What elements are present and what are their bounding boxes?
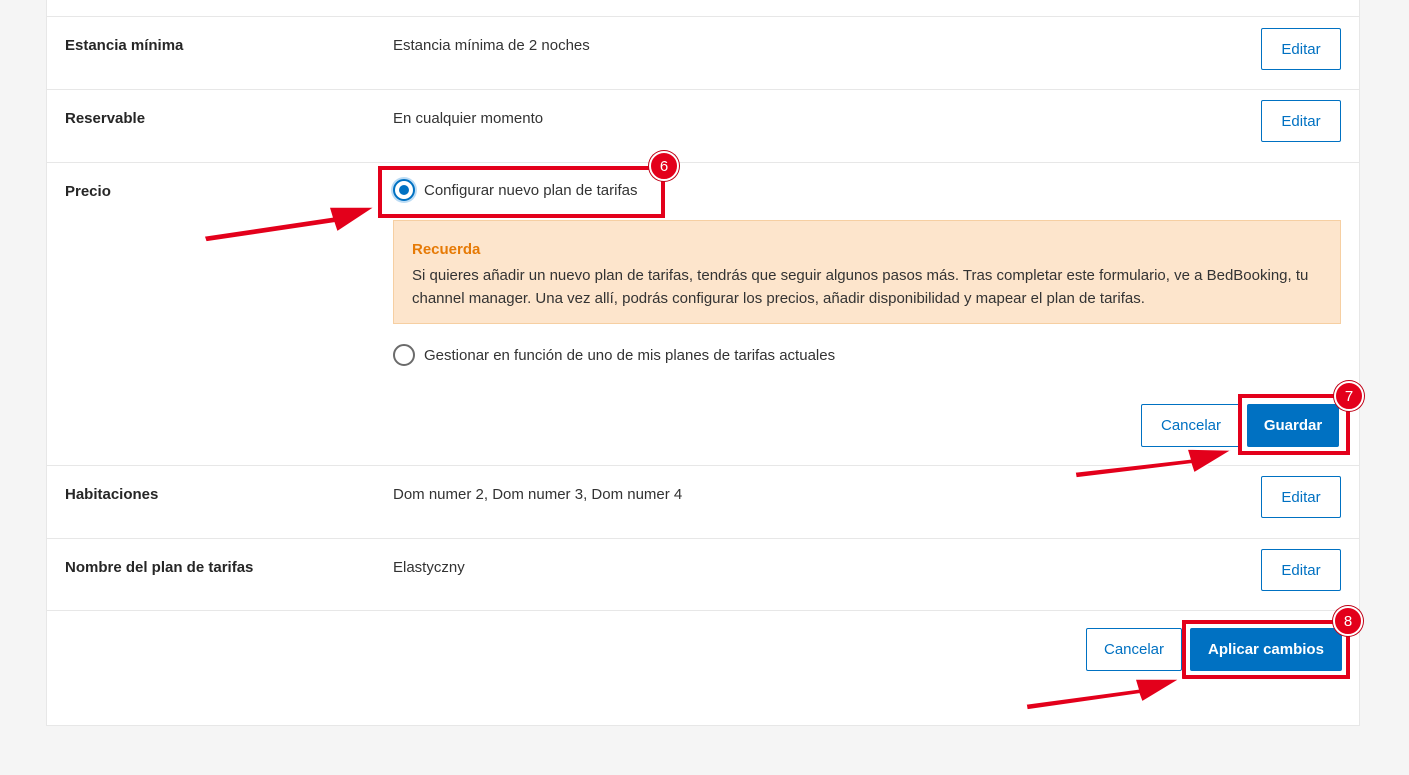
row-min-stay: Estancia mínima Estancia mínima de 2 noc… — [47, 16, 1359, 89]
step-8-badge: 8 — [1333, 606, 1363, 636]
edit-bookable-button[interactable]: Editar — [1261, 100, 1341, 142]
edit-rooms-button[interactable]: Editar — [1261, 476, 1341, 518]
bookable-value: En cualquier momento — [393, 110, 544, 127]
radio-new-rate-plan-label: Configurar nuevo plan de tarifas — [424, 181, 638, 199]
reminder-notice: Recuerda Si quieres añadir un nuevo plan… — [393, 220, 1341, 324]
min-stay-label: Estancia mínima — [65, 37, 184, 54]
radio-checked-icon[interactable] — [393, 179, 415, 201]
price-cancel-button[interactable]: Cancelar — [1141, 404, 1241, 447]
footer-cancel-button[interactable]: Cancelar — [1086, 628, 1182, 671]
notice-title: Recuerda — [412, 241, 481, 258]
min-stay-value: Estancia mínima de 2 noches — [393, 37, 590, 54]
row-bookable: Reservable En cualquier momento Editar — [47, 89, 1359, 162]
edit-plan-name-button[interactable]: Editar — [1261, 549, 1341, 591]
notice-body: Si quieres añadir un nuevo plan de tarif… — [412, 267, 1309, 307]
row-plan-name: Nombre del plan de tarifas Elastyczny Ed… — [47, 538, 1359, 610]
radio-unchecked-icon[interactable] — [393, 344, 415, 366]
radio-existing-rate-plan[interactable]: Gestionar en función de uno de mis plane… — [393, 344, 835, 366]
rate-plan-card: Estancia mínima Estancia mínima de 2 noc… — [46, 0, 1360, 726]
card-footer: Cancelar Aplicar cambios — [47, 610, 1359, 727]
step-6-badge: 6 — [649, 151, 679, 181]
price-save-button[interactable]: Guardar — [1247, 404, 1339, 447]
bookable-label: Reservable — [65, 110, 146, 127]
price-label: Precio — [65, 183, 111, 200]
radio-new-rate-plan[interactable]: Configurar nuevo plan de tarifas — [393, 179, 637, 201]
plan-name-value: Elastyczny — [393, 559, 465, 576]
rooms-label: Habitaciones — [65, 486, 159, 503]
edit-min-stay-button[interactable]: Editar — [1261, 28, 1341, 70]
apply-changes-button[interactable]: Aplicar cambios — [1190, 628, 1342, 671]
rooms-value: Dom numer 2, Dom numer 3, Dom numer 4 — [393, 486, 683, 503]
plan-name-label: Nombre del plan de tarifas — [65, 559, 254, 576]
step-7-badge: 7 — [1334, 381, 1364, 411]
radio-existing-rate-plan-label: Gestionar en función de uno de mis plane… — [424, 346, 836, 364]
row-rooms: Habitaciones Dom numer 2, Dom numer 3, D… — [47, 465, 1359, 538]
